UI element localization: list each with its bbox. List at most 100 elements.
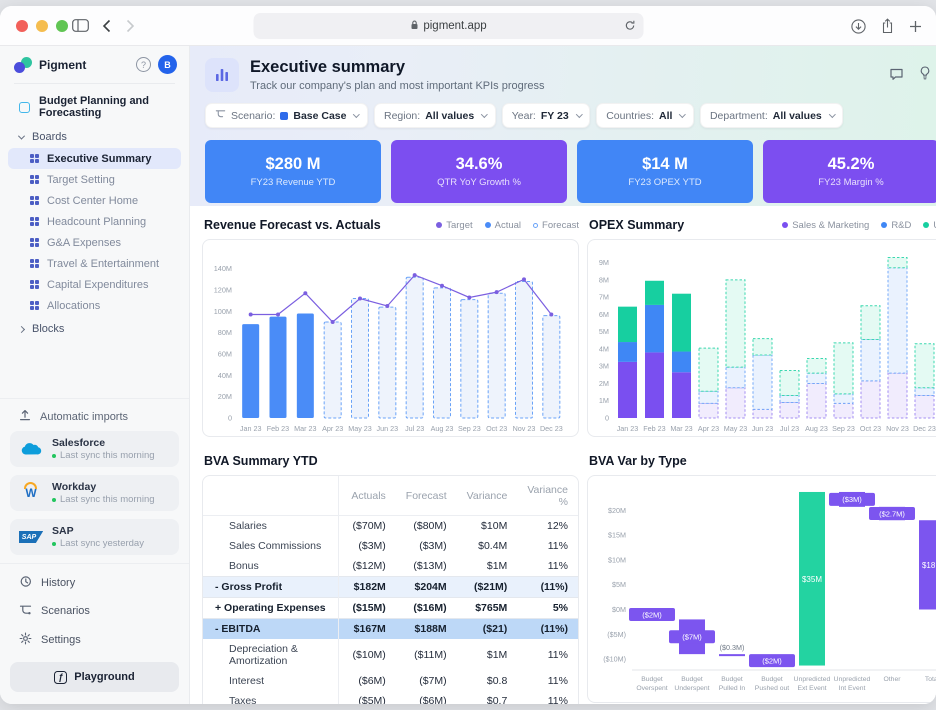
opex-segment[interactable] xyxy=(780,402,799,418)
legend-item[interactable]: Target xyxy=(436,220,472,231)
forecast-bar[interactable] xyxy=(488,293,505,418)
boards-section-toggle[interactable]: Boards xyxy=(0,124,189,148)
opex-segment[interactable] xyxy=(834,394,853,403)
filter-year[interactable]: Year:FY 23 xyxy=(502,103,590,128)
opex-segment[interactable] xyxy=(861,306,880,340)
opex-segment[interactable] xyxy=(915,396,934,418)
filter-scenario[interactable]: Scenario:Base Case xyxy=(205,103,368,128)
kpi-card-fy23-margin-[interactable]: 45.2%FY23 Margin % xyxy=(763,140,936,203)
target-point[interactable] xyxy=(549,313,553,317)
sidebar-item-headcount-planning[interactable]: Headcount Planning xyxy=(8,211,181,232)
opex-segment[interactable] xyxy=(726,367,745,388)
legend-item[interactable]: Forecast xyxy=(533,220,579,231)
kpi-card-fy23-opex-ytd[interactable]: $14 MFY23 OPEX YTD xyxy=(577,140,753,203)
opex-segment[interactable] xyxy=(807,373,826,383)
workspace-item[interactable]: Budget Planning and Forecasting xyxy=(0,86,189,124)
opex-segment[interactable] xyxy=(699,403,718,418)
sidebar-item-target-setting[interactable]: Target Setting xyxy=(8,169,181,190)
actual-bar[interactable] xyxy=(242,324,259,418)
opex-segment[interactable] xyxy=(861,381,880,418)
sidebar-item-travel-entertainment[interactable]: Travel & Entertainment xyxy=(8,253,181,274)
table-row[interactable]: - Gross Profit$182M$204M($21M)(11%) xyxy=(203,577,578,598)
sidebar-item-settings[interactable]: Settings xyxy=(0,625,189,654)
legend-item[interactable]: R&D xyxy=(881,220,911,231)
opex-segment[interactable] xyxy=(699,348,718,391)
sidebar-item-g-a-expenses[interactable]: G&A Expenses xyxy=(8,232,181,253)
minimize-window-button[interactable] xyxy=(36,20,48,32)
opex-segment[interactable] xyxy=(753,355,772,409)
forecast-bar[interactable] xyxy=(461,300,478,418)
target-point[interactable] xyxy=(385,304,389,308)
forecast-bar[interactable] xyxy=(379,307,396,418)
kpi-card-qtr-yoy-growth-[interactable]: 34.6%QTR YoY Growth % xyxy=(391,140,567,203)
reload-icon[interactable] xyxy=(625,20,636,34)
opex-segment[interactable] xyxy=(888,257,907,267)
target-point[interactable] xyxy=(522,277,526,281)
target-point[interactable] xyxy=(276,313,280,317)
forward-icon[interactable] xyxy=(126,19,135,33)
legend-item[interactable]: Actual xyxy=(485,220,521,231)
opex-segment[interactable] xyxy=(807,358,826,373)
sidebar-item-allocations[interactable]: Allocations xyxy=(8,295,181,316)
opex-segment[interactable] xyxy=(672,352,691,373)
table-row[interactable]: Interest($6M)($7M)$0.811% xyxy=(203,671,578,691)
target-point[interactable] xyxy=(413,273,417,277)
sidebar-item-cost-center-home[interactable]: Cost Center Home xyxy=(8,190,181,211)
import-card-workday[interactable]: WWorkdayLast sync this morning xyxy=(10,475,179,511)
target-point[interactable] xyxy=(331,320,335,324)
playground-button[interactable]: ƒ Playground xyxy=(10,662,179,692)
opex-segment[interactable] xyxy=(888,268,907,373)
target-point[interactable] xyxy=(249,313,253,317)
opex-segment[interactable] xyxy=(645,352,664,418)
opex-segment[interactable] xyxy=(753,409,772,418)
opex-segment[interactable] xyxy=(861,339,880,380)
forecast-bar[interactable] xyxy=(406,277,423,418)
sidebar-item-history[interactable]: History xyxy=(0,568,189,597)
table-row[interactable]: Sales Commissions($3M)($3M)$0.4M11% xyxy=(203,536,578,556)
avatar[interactable]: B xyxy=(158,55,177,74)
address-bar[interactable]: pigment.app xyxy=(254,13,644,39)
back-icon[interactable] xyxy=(102,19,111,33)
table-row[interactable]: Depreciation & Amortization($10M)($11M)$… xyxy=(203,639,578,671)
forecast-bar[interactable] xyxy=(352,299,369,418)
opex-segment[interactable] xyxy=(618,362,637,418)
forecast-bar[interactable] xyxy=(516,281,533,418)
filter-region[interactable]: Region:All values xyxy=(374,103,496,128)
forecast-bar[interactable] xyxy=(434,288,451,418)
opex-segment[interactable] xyxy=(834,343,853,394)
table-row[interactable]: Bonus($12M)($13M)$1M11% xyxy=(203,556,578,577)
opex-segment[interactable] xyxy=(645,281,664,305)
actual-bar[interactable] xyxy=(297,313,314,418)
opex-segment[interactable] xyxy=(699,391,718,403)
opex-segment[interactable] xyxy=(672,372,691,418)
opex-segment[interactable] xyxy=(618,342,637,362)
help-icon[interactable]: ? xyxy=(136,57,151,72)
opex-segment[interactable] xyxy=(780,396,799,403)
opex-segment[interactable] xyxy=(915,388,934,396)
filter-countries[interactable]: Countries:All xyxy=(596,103,694,128)
new-tab-icon[interactable] xyxy=(909,20,922,38)
import-card-salesforce[interactable]: SalesforceLast sync this morning xyxy=(10,431,179,467)
waterfall-bar[interactable] xyxy=(719,654,745,656)
download-icon[interactable] xyxy=(851,19,866,39)
legend-item[interactable]: Utilities xyxy=(923,220,936,231)
actual-bar[interactable] xyxy=(270,317,287,418)
table-row[interactable]: + Operating Expenses($15M)($16M)$765M5% xyxy=(203,598,578,619)
zoom-window-button[interactable] xyxy=(56,20,68,32)
forecast-bar[interactable] xyxy=(543,316,560,418)
comment-icon[interactable] xyxy=(889,67,904,86)
legend-item[interactable]: Sales & Marketing xyxy=(782,220,869,231)
kpi-card-fy23-revenue-ytd[interactable]: $280 MFY23 Revenue YTD xyxy=(205,140,381,203)
import-card-sap[interactable]: SAPSAPLast sync yesterday xyxy=(10,519,179,555)
table-row[interactable]: Taxes($5M)($6M)$0.711% xyxy=(203,691,578,704)
opex-segment[interactable] xyxy=(618,307,637,342)
opex-segment[interactable] xyxy=(915,344,934,388)
filter-department[interactable]: Department:All values xyxy=(700,103,843,128)
sidebar-item-capital-expenditures[interactable]: Capital Expenditures xyxy=(8,274,181,295)
opex-segment[interactable] xyxy=(645,305,664,352)
target-point[interactable] xyxy=(303,291,307,295)
sidebar-item-scenarios[interactable]: Scenarios xyxy=(0,597,189,625)
opex-segment[interactable] xyxy=(726,280,745,367)
forecast-bar[interactable] xyxy=(324,322,341,418)
sidebar-toggle-icon[interactable] xyxy=(72,19,89,32)
